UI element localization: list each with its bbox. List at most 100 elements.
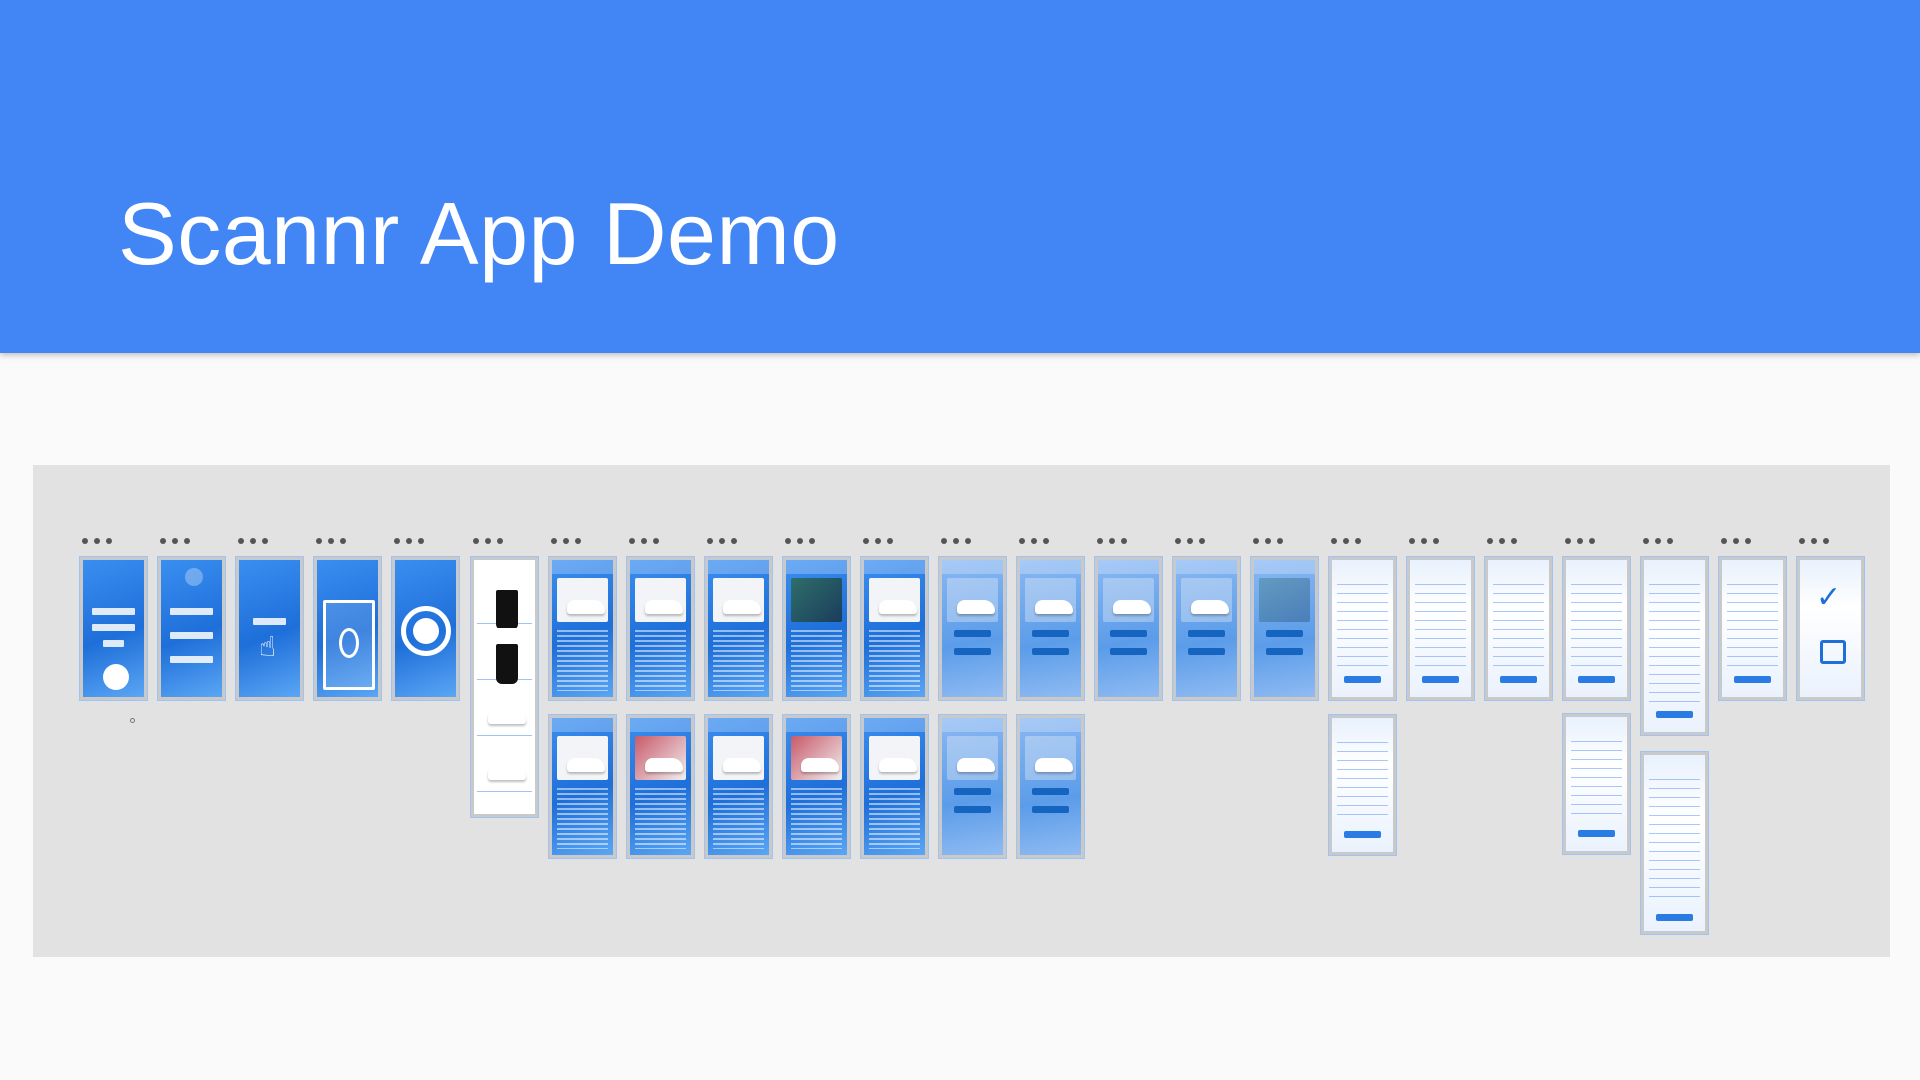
screen-ready-to-scan[interactable]: ☝ <box>235 556 304 701</box>
screen-product-detail[interactable] <box>548 556 617 701</box>
screen-product-detail[interactable] <box>938 556 1007 701</box>
screen-payment-form-alt[interactable] <box>1562 713 1631 855</box>
loading-core-icon <box>413 618 439 644</box>
screen-product-detail-alt[interactable] <box>938 714 1007 859</box>
screen-product-detail[interactable] <box>1094 556 1163 701</box>
screen-menu-dots-6[interactable] <box>473 538 503 544</box>
screen-menu-dots-12[interactable] <box>941 538 971 544</box>
screen-product-detail-alt[interactable] <box>548 714 617 859</box>
screen-product-detail[interactable] <box>782 556 851 701</box>
screen-menu-dots-2[interactable] <box>160 538 190 544</box>
screen-detail <box>253 618 286 625</box>
screen-checkout-form[interactable] <box>1718 556 1787 701</box>
screen-menu-dots-22[interactable] <box>1721 538 1751 544</box>
screen-detail <box>83 560 144 574</box>
continue-button <box>1656 914 1693 921</box>
screen-detail <box>942 718 1003 732</box>
screen-detail <box>713 630 764 691</box>
screen-menu-dots-18[interactable] <box>1409 538 1439 544</box>
screen-checkout-form[interactable] <box>1484 556 1553 701</box>
screen-product-detail[interactable] <box>704 556 773 701</box>
slide-header: Scannr App Demo <box>0 0 1920 353</box>
scan-target-icon <box>339 628 359 658</box>
screen-checkout-form[interactable] <box>1328 556 1397 701</box>
screen-menu-dots-23[interactable] <box>1799 538 1829 544</box>
screen-detail <box>552 718 613 732</box>
screen-detail <box>869 788 920 849</box>
screen-analyzing[interactable] <box>391 556 460 701</box>
screen-menu-dots-10[interactable] <box>785 538 815 544</box>
continue-shopping-button <box>954 648 991 655</box>
screen-results-list[interactable] <box>470 556 539 818</box>
add-to-cart-button <box>1032 788 1069 795</box>
screen-detail <box>170 656 213 663</box>
screen-product-detail[interactable] <box>860 556 929 701</box>
shoe-icon <box>567 600 605 614</box>
continue-button <box>1344 676 1381 683</box>
screen-menu-dots-11[interactable] <box>863 538 893 544</box>
screen-payment-review[interactable] <box>1640 751 1709 935</box>
screen-menu-dots-3[interactable] <box>238 538 268 544</box>
screen-menu-dots-8[interactable] <box>629 538 659 544</box>
screen-detail <box>942 560 1003 574</box>
screen-product-detail-alt[interactable] <box>626 714 695 859</box>
screen-checkout-form[interactable] <box>1640 556 1709 736</box>
screen-detail <box>864 560 925 574</box>
slide-title: Scannr App Demo <box>118 184 840 283</box>
screen-detail <box>1415 584 1466 667</box>
screen-menu-dots-7[interactable] <box>551 538 581 544</box>
screen-menu-dots-9[interactable] <box>707 538 737 544</box>
screen-menu-dots-14[interactable] <box>1097 538 1127 544</box>
screen-detail <box>1020 718 1081 732</box>
screen-detail <box>786 718 847 732</box>
screen-detail <box>1649 584 1700 702</box>
screen-menu-dots-13[interactable] <box>1019 538 1049 544</box>
screen-product-detail-alt[interactable] <box>704 714 773 859</box>
share-icon <box>1820 640 1846 664</box>
screen-product-detail-alt[interactable] <box>782 714 851 859</box>
screen-menu-dots-19[interactable] <box>1487 538 1517 544</box>
screen-product-detail[interactable] <box>1016 556 1085 701</box>
screen-login[interactable] <box>79 556 148 701</box>
screen-detail <box>786 560 847 574</box>
screen-detail <box>1098 560 1159 574</box>
screen-checkout-form-alt[interactable] <box>1328 714 1397 856</box>
shoe-icon <box>957 600 995 614</box>
screen-checkout-form[interactable] <box>1562 556 1631 701</box>
shoe-icon <box>1191 600 1229 614</box>
screen-product-detail-alt[interactable] <box>1016 714 1085 859</box>
product-image <box>791 578 842 622</box>
screen-product-detail[interactable] <box>626 556 695 701</box>
screen-detail <box>1337 742 1388 822</box>
screen-onboarding[interactable] <box>157 556 226 701</box>
screen-menu-dots-16[interactable] <box>1253 538 1283 544</box>
screen-detail <box>1020 560 1081 574</box>
shoe-icon <box>1113 600 1151 614</box>
pants-thumb <box>496 644 518 684</box>
screen-menu-dots-4[interactable] <box>316 538 346 544</box>
shoe-icon <box>723 600 761 614</box>
screen-detail <box>1493 584 1544 667</box>
screen-scan-frame[interactable] <box>313 556 382 701</box>
screen-product-detail[interactable] <box>1172 556 1241 701</box>
screen-detail <box>1337 584 1388 667</box>
screen-menu-dots-1[interactable] <box>82 538 112 544</box>
screen-menu-dots-17[interactable] <box>1331 538 1361 544</box>
tap-hand-icon: ☝ <box>259 630 277 663</box>
screen-menu-dots-21[interactable] <box>1643 538 1673 544</box>
screen-detail <box>791 788 842 849</box>
pants-thumb <box>496 590 518 630</box>
shoe-icon <box>1035 600 1073 614</box>
add-to-cart-button <box>954 630 991 637</box>
screen-menu-dots-20[interactable] <box>1565 538 1595 544</box>
screen-menu-dots-15[interactable] <box>1175 538 1205 544</box>
screen-product-detail-alt[interactable] <box>860 714 929 859</box>
screen-checkout-form[interactable] <box>1406 556 1475 701</box>
screen-product-detail[interactable] <box>1250 556 1319 701</box>
screen-menu-dots-5[interactable] <box>394 538 424 544</box>
continue-button <box>1734 676 1771 683</box>
screen-success[interactable]: ✓ <box>1796 556 1865 701</box>
add-to-cart-button <box>1110 630 1147 637</box>
screen-detail <box>713 788 764 849</box>
screen-detail <box>864 718 925 732</box>
